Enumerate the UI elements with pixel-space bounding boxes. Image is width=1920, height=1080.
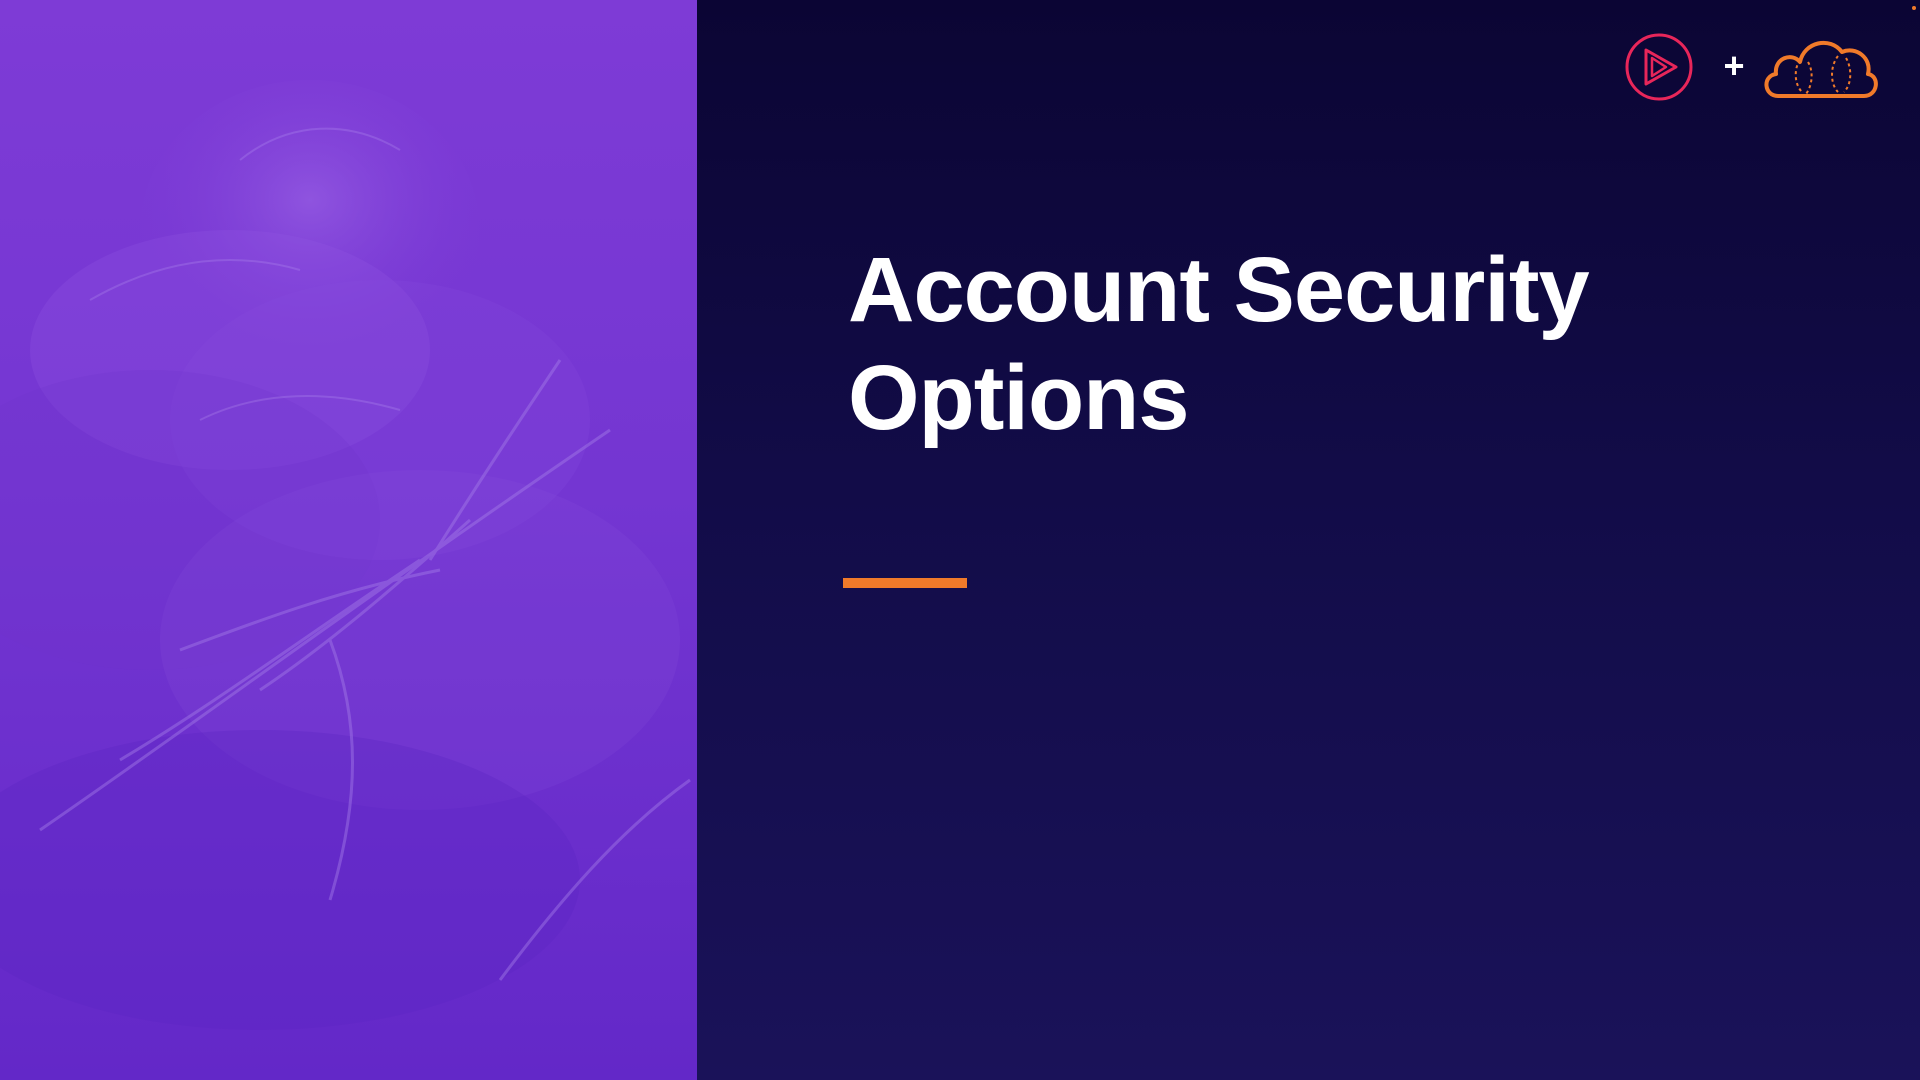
- accent-underline: [843, 578, 967, 588]
- presentation-slide: Account Security Options +: [0, 0, 1920, 1080]
- logo-lockup: +: [1620, 28, 1880, 104]
- logo-plus-sign: +: [1723, 45, 1745, 86]
- cloud-icon: [1764, 41, 1878, 98]
- slide-title: Account Security Options: [848, 236, 1748, 452]
- content-panel: [697, 0, 1920, 1080]
- corner-indicator-dot: [1912, 6, 1916, 10]
- slide-title-line-2: Options: [848, 347, 1190, 449]
- play-circle-icon: [1625, 33, 1693, 101]
- flower-image: [0, 80, 691, 1030]
- slide-title-line-1: Account Security: [848, 239, 1590, 341]
- decorative-image-panel: [0, 0, 697, 1080]
